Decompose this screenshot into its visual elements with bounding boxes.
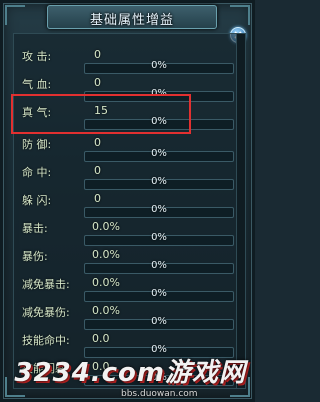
title-bar[interactable]: 基础属性增益 (47, 5, 217, 29)
attr-percent: 0% (151, 204, 167, 215)
attribute-window: 基础属性增益 攻 击: 0 0% 气 血: 0 0% 真 气: 15 0% 防 … (0, 0, 255, 402)
attr-percent: 0% (151, 316, 167, 327)
attr-label: 技能命中: (22, 334, 70, 347)
frame-corner (230, 5, 250, 25)
attr-label: 暴伤: (22, 250, 48, 263)
attr-percent: 0% (151, 176, 167, 187)
attr-label: 减免暴伤: (22, 306, 70, 319)
window-title: 基础属性增益 (89, 13, 174, 28)
attribute-list: 攻 击: 0 0% 气 血: 0 0% 真 气: 15 0% 防 御: 0 0%… (13, 33, 241, 389)
attr-label: 攻 击: (22, 50, 52, 63)
attr-label: 防 御: (22, 138, 52, 151)
watermark: 3234.com游戏网 (14, 358, 246, 388)
attr-percent: 0% (151, 288, 167, 299)
frame-corner (5, 5, 25, 25)
attr-label: 躲 闪: (22, 194, 52, 207)
attr-label: 暴击: (22, 222, 48, 235)
attr-label: 气 血: (22, 78, 52, 91)
attr-label: 减免暴击: (22, 278, 70, 291)
attr-percent: 0% (151, 260, 167, 271)
attr-label: 命 中: (22, 166, 52, 179)
watermark-subtext: bbs.duowan.com (121, 389, 198, 399)
attr-percent: 0% (151, 60, 167, 71)
highlight-box (11, 94, 191, 134)
attr-percent: 0% (151, 232, 167, 243)
attr-percent: 0% (151, 148, 167, 159)
scrollbar[interactable] (236, 33, 246, 389)
